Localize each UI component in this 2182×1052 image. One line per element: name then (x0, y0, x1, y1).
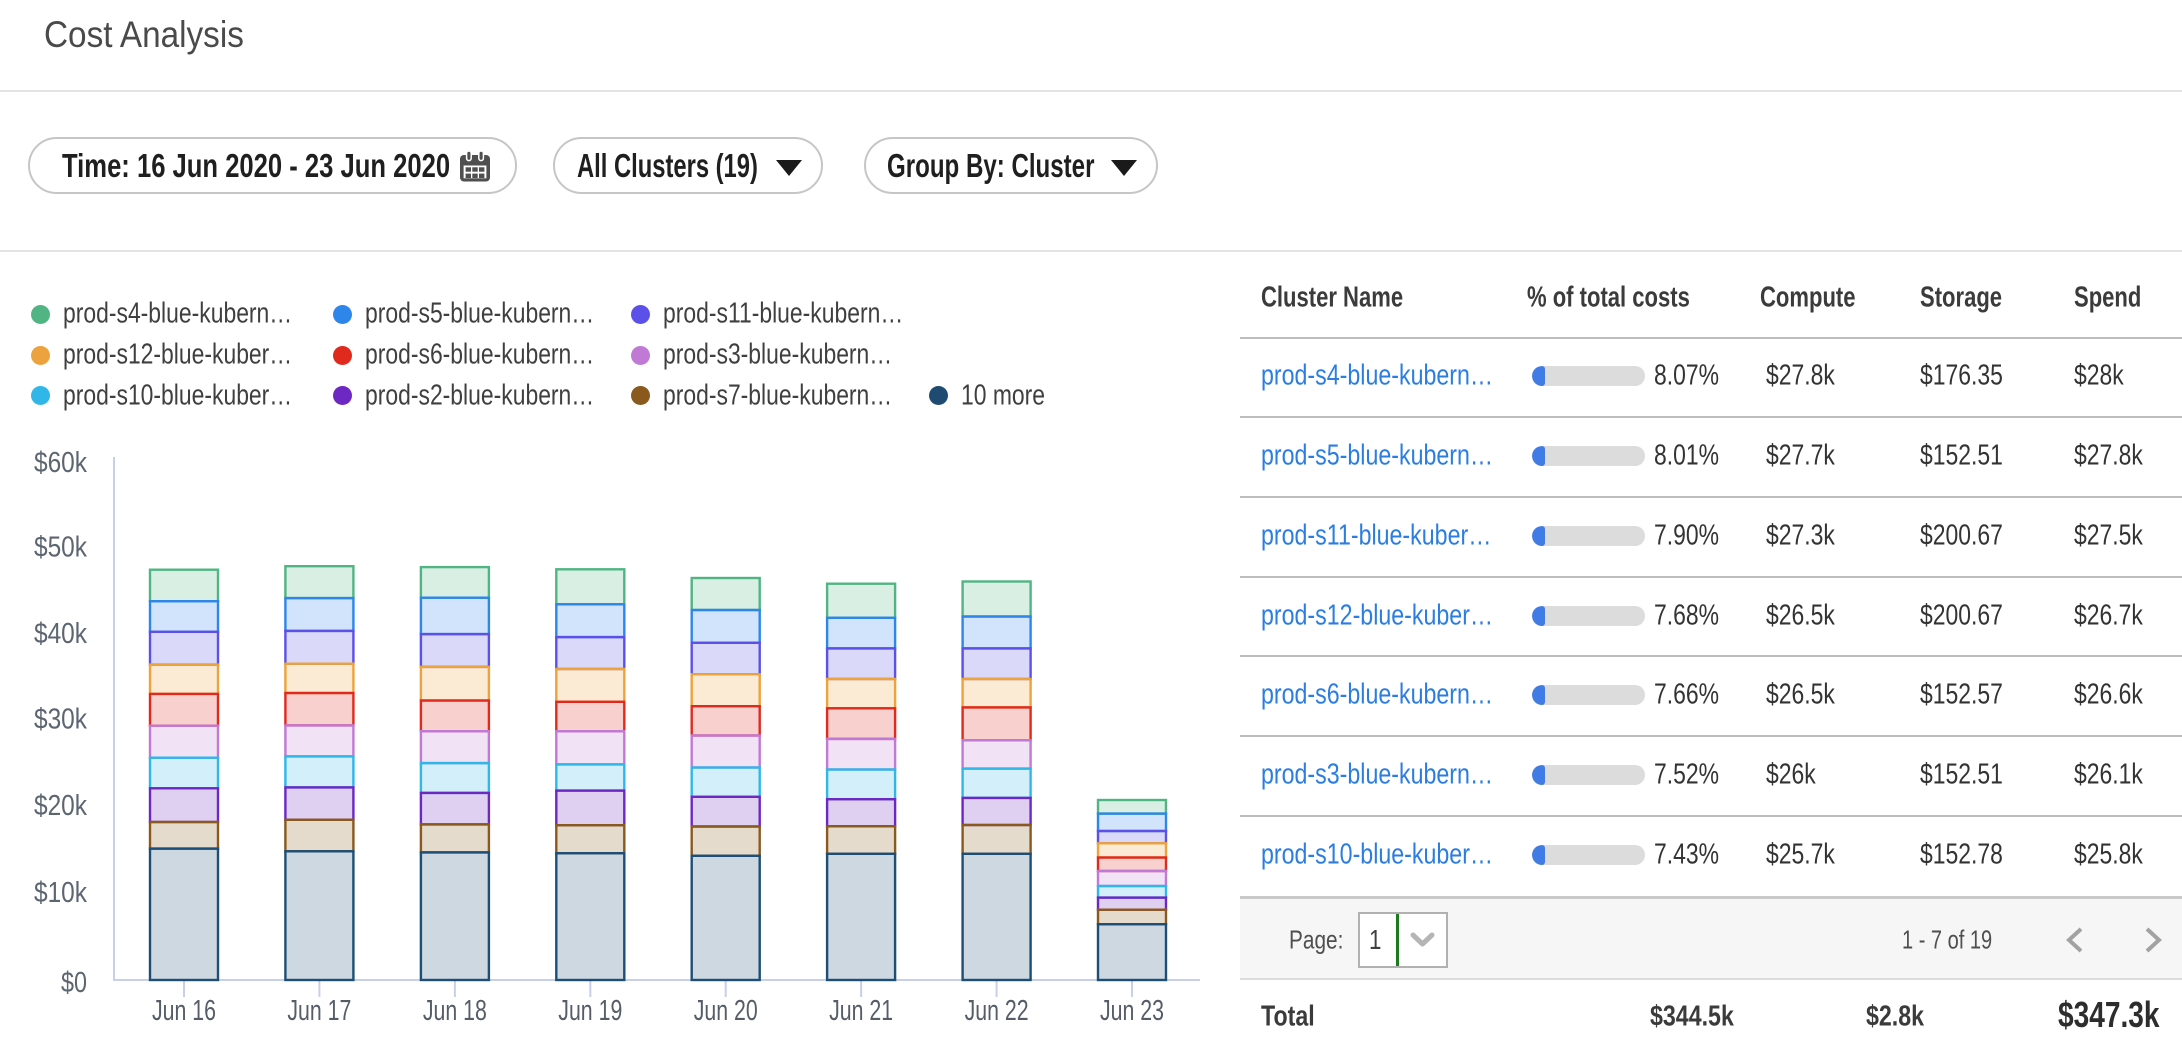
svg-text:$30k: $30k (34, 704, 87, 736)
svg-text:Jun 18: Jun 18 (423, 995, 487, 1027)
svg-text:Jun 17: Jun 17 (287, 995, 351, 1027)
svg-text:$20k: $20k (34, 790, 87, 822)
svg-text:Jun 23: Jun 23 (1100, 995, 1164, 1027)
svg-text:Jun 16: Jun 16 (152, 995, 216, 1027)
svg-text:$40k: $40k (34, 618, 87, 650)
svg-text:$50k: $50k (34, 532, 87, 564)
svg-text:$10k: $10k (34, 877, 87, 909)
svg-text:$60k: $60k (34, 447, 87, 479)
svg-text:Jun 19: Jun 19 (558, 995, 622, 1027)
svg-text:Jun 21: Jun 21 (829, 995, 893, 1027)
svg-text:$0: $0 (61, 967, 87, 999)
svg-text:Jun 22: Jun 22 (965, 995, 1029, 1027)
svg-text:Jun 20: Jun 20 (694, 995, 758, 1027)
